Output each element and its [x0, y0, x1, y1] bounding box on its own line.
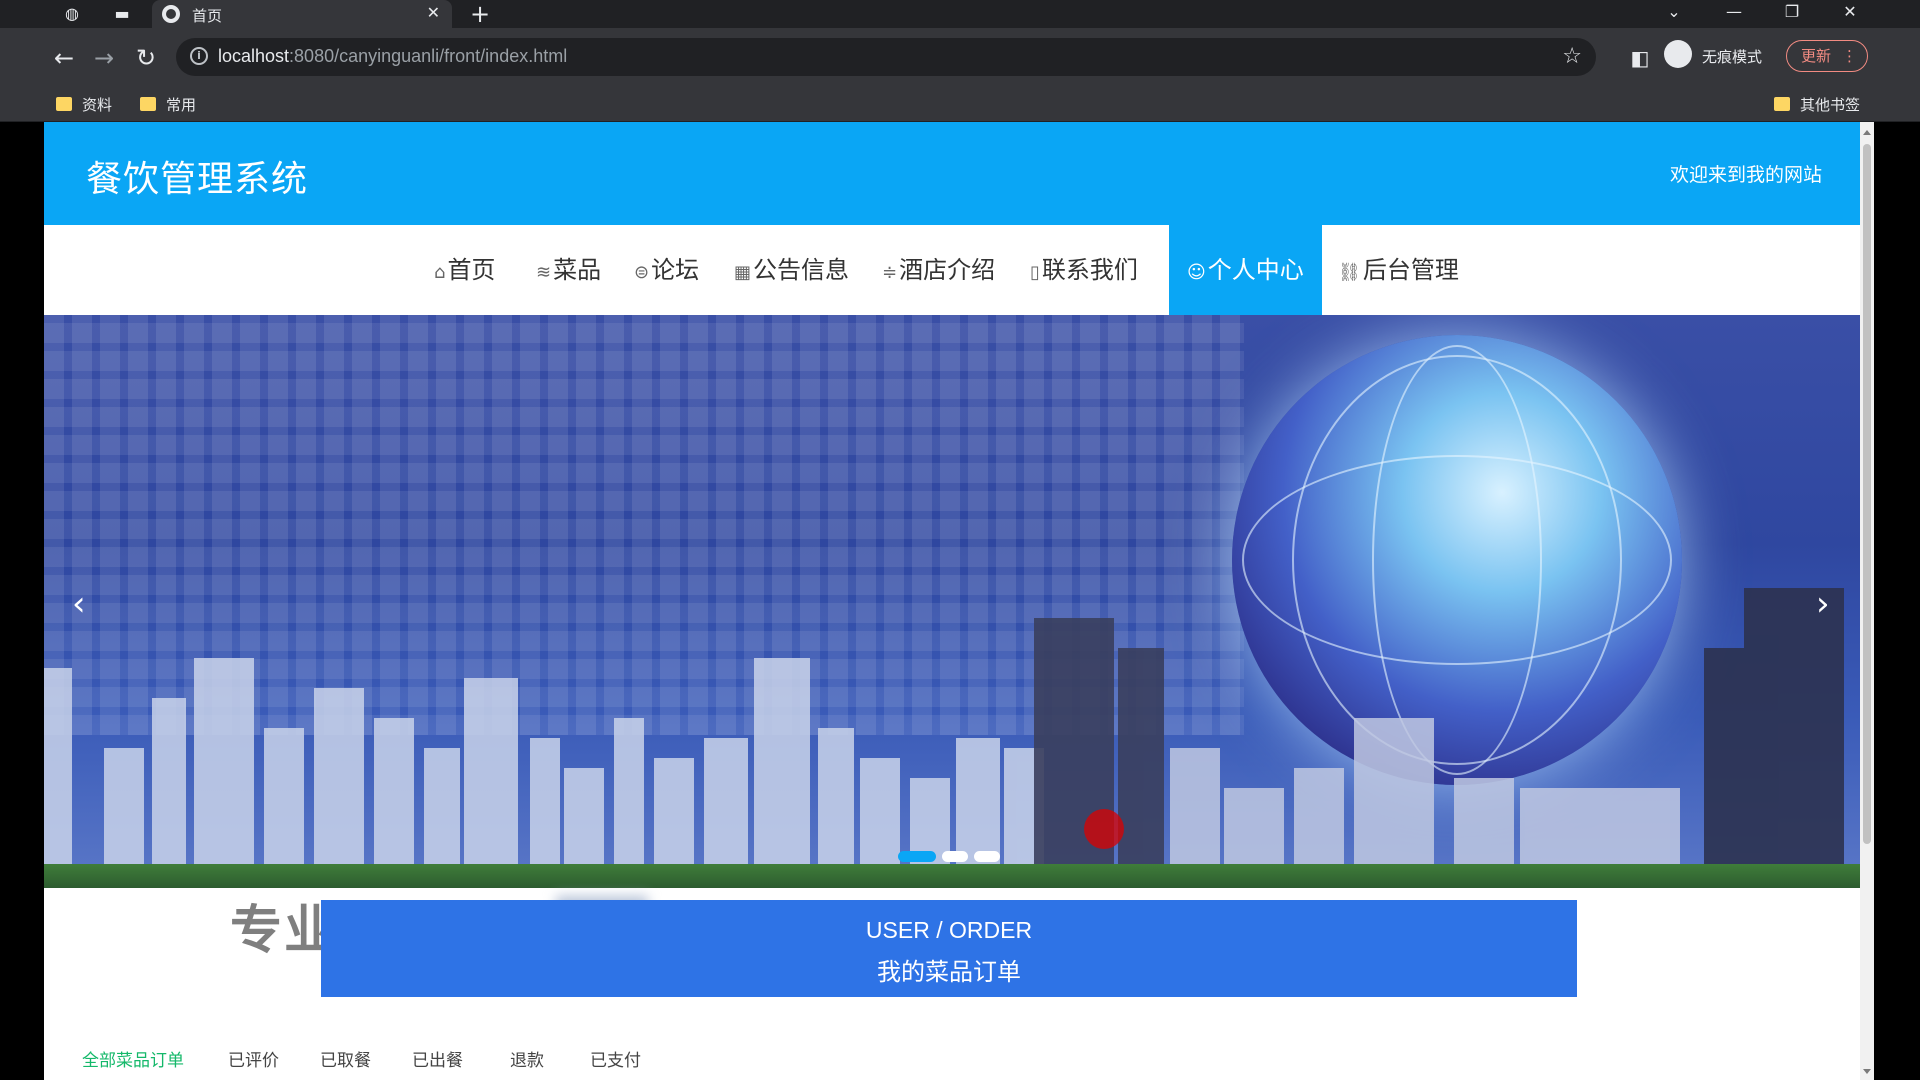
- link-icon: ⛓: [1338, 262, 1361, 283]
- welcome-text: 欢迎来到我的网站: [1669, 164, 1822, 186]
- scroll-thumb[interactable]: [1863, 144, 1871, 844]
- scroll-up-icon[interactable]: [1863, 130, 1871, 135]
- forum-icon: ⊜: [634, 262, 650, 283]
- main-nav: ⌂首页 ≋菜品 ⊜论坛 ▦公告信息 ≑酒店介绍 ▯联系我们 ☺个人中心 ⛓后台管…: [44, 225, 1860, 315]
- carousel-image-trees: [44, 864, 1860, 888]
- tab-refund[interactable]: 退款: [510, 1046, 544, 1071]
- user-icon: ☺: [1187, 262, 1206, 283]
- scroll-down-icon[interactable]: [1863, 1069, 1871, 1074]
- order-banner-en: USER / ORDER: [865, 917, 1033, 943]
- nav-item-notices[interactable]: ▦公告信息: [734, 225, 849, 315]
- window-close-icon[interactable]: ✕: [1832, 0, 1868, 24]
- tab-title: 首页: [192, 7, 223, 25]
- site-title: 餐饮管理系统: [86, 159, 309, 200]
- new-tab-button[interactable]: +: [470, 0, 490, 28]
- carousel-next-icon[interactable]: ›: [1816, 587, 1830, 621]
- update-button[interactable]: 更新 ⋮: [1786, 40, 1868, 72]
- tab-favicon-icon: [162, 5, 180, 23]
- page-viewport: 餐饮管理系统 欢迎来到我的网站 ⌂首页 ≋菜品 ⊜论坛 ▦公告信息 ≑酒店介绍 …: [44, 122, 1874, 1080]
- carousel-indicators: [898, 847, 1006, 866]
- address-bar[interactable]: i localhost:8080/canyinguanli/front/inde…: [176, 38, 1596, 76]
- carousel-dot-3[interactable]: [974, 851, 1000, 862]
- order-banner-cn: 我的菜品订单: [877, 958, 1021, 986]
- nav-item-hotel-intro[interactable]: ≑酒店介绍: [882, 225, 995, 315]
- restore-icon[interactable]: ❐: [1774, 0, 1810, 24]
- home-icon: ⌂: [434, 262, 446, 283]
- tab-reviewed[interactable]: 已评价: [228, 1046, 279, 1071]
- browser-toolbar: ← → ↻ i localhost:8080/canyinguanli/fron…: [0, 28, 1920, 88]
- tab-search-icon[interactable]: ▬: [112, 4, 132, 24]
- carousel[interactable]: ‹ ›: [44, 315, 1860, 888]
- nav-item-personal-center[interactable]: ☺个人中心: [1169, 225, 1322, 315]
- close-icon[interactable]: ✕: [427, 3, 440, 22]
- incognito-label: 无痕模式: [1702, 48, 1763, 66]
- browser-tab[interactable]: 首页 ✕: [152, 0, 452, 28]
- contact-icon: ▯: [1030, 262, 1040, 283]
- site-info-icon[interactable]: i: [190, 47, 208, 65]
- page-scrollbar[interactable]: [1860, 122, 1874, 1080]
- back-arrow-icon[interactable]: ←: [48, 42, 80, 74]
- nav-item-contact[interactable]: ▯联系我们: [1030, 225, 1138, 315]
- mouse-cursor-highlight: [1084, 809, 1124, 849]
- url-text[interactable]: localhost:8080/canyinguanli/front/index.…: [218, 46, 567, 67]
- incognito-icon[interactable]: [1664, 40, 1692, 68]
- carousel-image-skyline: [44, 588, 1844, 888]
- bookmarks-bar: 资料 常用 其他书签: [0, 88, 1920, 122]
- browser-tab-bar: ◍ ▬ 首页 ✕ + ⌄ — ❐ ✕: [0, 0, 1920, 28]
- tab-list-chevron-icon[interactable]: ⌄: [1656, 0, 1692, 24]
- carousel-dot-2[interactable]: [942, 851, 968, 862]
- nav-item-home[interactable]: ⌂首页: [434, 225, 495, 315]
- bookmark-folder-changyong[interactable]: 常用: [140, 95, 196, 115]
- tab-paid[interactable]: 已支付: [590, 1046, 641, 1071]
- tab-served[interactable]: 已出餐: [412, 1046, 463, 1071]
- carousel-prev-icon[interactable]: ‹: [72, 587, 86, 621]
- tab-picked-up[interactable]: 已取餐: [320, 1046, 371, 1071]
- bookmark-star-icon[interactable]: ☆: [1562, 44, 1582, 69]
- minimize-icon[interactable]: —: [1716, 0, 1752, 24]
- grid-icon: ▦: [734, 262, 752, 283]
- site-header: 餐饮管理系统 欢迎来到我的网站: [44, 122, 1860, 225]
- forward-arrow-icon[interactable]: →: [88, 42, 120, 74]
- nav-item-dishes[interactable]: ≋菜品: [536, 225, 601, 315]
- layers-icon: ≋: [536, 262, 552, 283]
- globe-icon[interactable]: ◍: [62, 4, 82, 24]
- bookmark-folder-other[interactable]: 其他书签: [1774, 95, 1860, 115]
- bookmark-folder-ziliao[interactable]: 资料: [56, 95, 112, 115]
- nav-item-admin[interactable]: ⛓后台管理: [1338, 225, 1459, 315]
- order-banner: USER / ORDER 我的菜品订单: [321, 900, 1577, 997]
- side-panel-icon[interactable]: ◧: [1628, 46, 1652, 70]
- carousel-dot-1[interactable]: [898, 851, 936, 862]
- sliders-icon: ≑: [882, 262, 898, 283]
- tab-all-orders[interactable]: 全部菜品订单: [82, 1046, 184, 1071]
- order-section: 专业毕业设计 USER / ORDER 我的菜品订单 全部菜品订单 已评价 已取…: [44, 888, 1860, 1080]
- menu-dots-icon[interactable]: ⋮: [1842, 41, 1857, 71]
- reload-icon[interactable]: ↻: [130, 42, 162, 74]
- nav-item-forum[interactable]: ⊜论坛: [634, 225, 699, 315]
